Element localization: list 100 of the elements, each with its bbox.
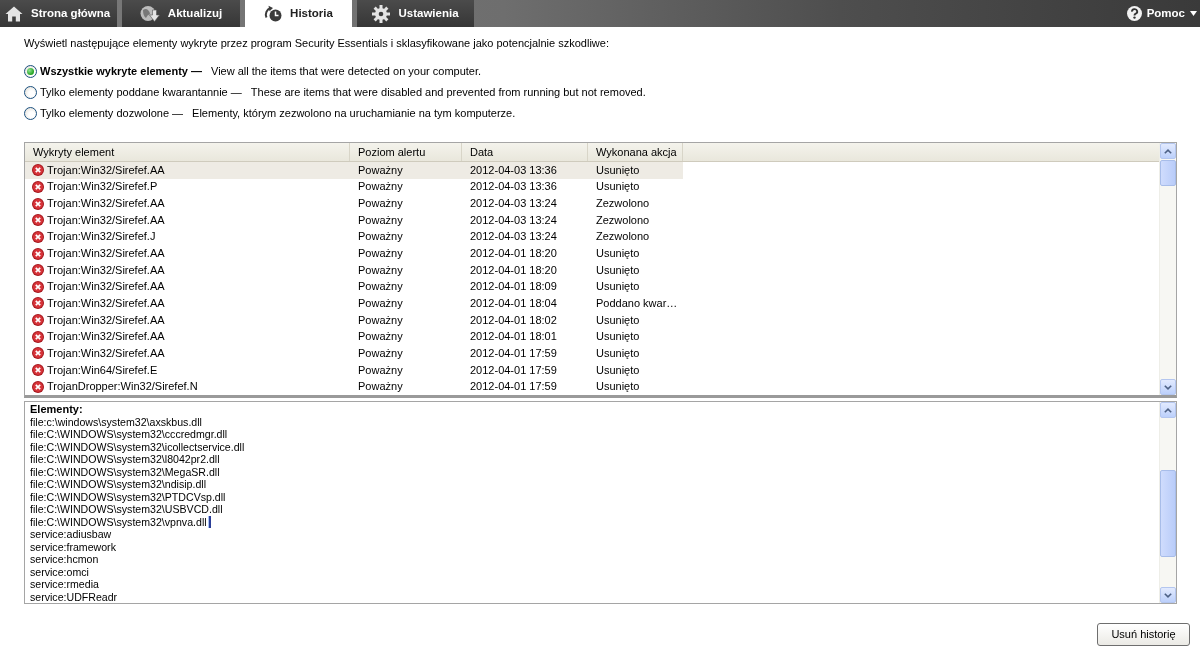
table-cell: Trojan:Win32/Sirefef.P xyxy=(47,180,158,194)
table-cell-text: Poważny xyxy=(357,163,404,177)
filter-description: These are items that were disabled and prevented from running but not removed. xyxy=(250,86,646,99)
column-header[interactable]: Poziom alertu xyxy=(350,143,462,161)
table-cell: Trojan:Win32/Sirefef.AA xyxy=(47,296,165,310)
chevron-up-icon xyxy=(1164,148,1172,154)
chevron-down-icon xyxy=(1164,384,1172,390)
table-cell: Trojan:Win32/Sirefef.AA xyxy=(47,163,165,177)
filter-label[interactable]: Wszystkie wykryte elementy — xyxy=(40,65,203,78)
tab[interactable]: Ustawienia xyxy=(357,0,474,27)
table-cell-text: Poddano kwar… xyxy=(595,296,679,310)
table-cell-text: Usunięto xyxy=(595,263,641,277)
table-cell-text: 2012-04-01 18:02 xyxy=(469,313,558,327)
table-cell-text: 2012-04-03 13:36 xyxy=(469,180,558,194)
table-cell-text: Poważny xyxy=(357,247,404,260)
table-cell-text: Usunięto xyxy=(595,247,641,260)
scroll-up-button[interactable] xyxy=(1160,143,1176,159)
table-cell-text: 2012-04-01 18:20 xyxy=(469,247,558,260)
table-cell: Trojan:Win32/Sirefef.AA xyxy=(47,313,165,327)
tab[interactable]: Aktualizuj xyxy=(122,0,240,27)
table-row[interactable]: Trojan:Win32/Sirefef.AA Poważny 2012-04-03 13:24 Zezwolono xyxy=(25,195,683,212)
scroll-up-button[interactable] xyxy=(1160,402,1176,418)
table-cell: Trojan:Win32/Sirefef.AA xyxy=(47,346,165,360)
table-cell-text: Poważny xyxy=(357,380,404,394)
x-circle-icon xyxy=(32,214,44,227)
filter-label[interactable]: Tylko elementy dozwolone — xyxy=(40,107,184,120)
table-row[interactable]: Trojan:Win64/Sirefef.E Poważny 2012-04-01 17:59 Usunięto xyxy=(25,361,683,379)
table-cell-text: 2012-04-03 13:24 xyxy=(469,213,558,227)
radio-button[interactable] xyxy=(24,65,37,78)
table-row[interactable]: Trojan:Win32/Sirefef.AA Poważny 2012-04-03 13:36 Usunięto xyxy=(25,162,683,179)
details-line: service:omci xyxy=(30,565,89,578)
radio-button[interactable] xyxy=(24,107,37,120)
radio-button[interactable] xyxy=(24,86,37,99)
tab[interactable]: Historia xyxy=(245,0,352,27)
table-cell-text: 2012-04-01 17:59 xyxy=(469,346,558,360)
help-menu-button[interactable]: Pomoc xyxy=(1126,0,1200,27)
x-circle-icon xyxy=(32,314,44,327)
table-cell-text: 2012-04-01 18:01 xyxy=(469,330,558,344)
details-text-box[interactable] xyxy=(24,401,1177,604)
table-row[interactable]: Trojan:Win32/Sirefef.AA Poważny 2012-04-01 17:59 Usunięto xyxy=(25,345,683,362)
table-cell-text: 2012-04-03 13:24 xyxy=(469,197,558,211)
table-cell: Trojan:Win32/Sirefef.AA xyxy=(47,263,165,277)
table-cell-text: 2012-04-01 18:09 xyxy=(469,280,558,294)
table-cell-text: Poważny xyxy=(357,313,404,327)
chevron-up-icon xyxy=(1164,407,1172,413)
table-row[interactable]: Trojan:Win32/Sirefef.AA Poważny 2012-04-01 18:02 Usunięto xyxy=(25,311,683,329)
scrollbar[interactable] xyxy=(1159,402,1176,603)
scroll-down-button[interactable] xyxy=(1160,379,1176,395)
details-line: file:C:\WINDOWS\system32\cccredmgr.dll xyxy=(30,428,228,441)
x-circle-icon xyxy=(32,380,44,393)
details-line: file:C:\WINDOWS\system32\l8042pr2.dll xyxy=(30,453,220,466)
table-cell: Trojan:Win32/Sirefef.J xyxy=(47,230,156,244)
scrollbar[interactable] xyxy=(1159,143,1176,395)
table-cell-text: 2012-04-03 13:24 xyxy=(469,230,558,244)
house-icon xyxy=(5,5,23,22)
table-cell-text: Poważny xyxy=(357,263,404,277)
column-header[interactable]: Data xyxy=(462,143,588,161)
table-row[interactable]: Trojan:Win32/Sirefef.AA Poważny 2012-04-01 18:04 Poddano kwar… xyxy=(25,295,683,312)
intro-text: Wyświetl następujące elementy wykryte przez program Security Essentials i sklasyfikowane jako potencjalnie szkodliwe: xyxy=(24,37,610,50)
x-circle-icon xyxy=(32,330,44,343)
filter-label[interactable]: Tylko elementy poddane kwarantannie — xyxy=(40,86,242,99)
column-header[interactable]: Wykonana akcja xyxy=(588,143,683,161)
table-cell-text: Poważny xyxy=(357,213,404,227)
clock-history-icon xyxy=(264,5,283,22)
x-circle-icon xyxy=(32,347,44,360)
x-circle-icon xyxy=(32,230,44,243)
x-circle-icon xyxy=(32,197,44,210)
table-row[interactable]: Trojan:Win32/Sirefef.AA Poważny 2012-04-01 18:20 Usunięto xyxy=(25,245,683,262)
table-cell-text: Poważny xyxy=(357,197,404,211)
table-cell-text: 2012-04-01 18:04 xyxy=(469,296,558,310)
details-line: service:UDFReadr xyxy=(30,590,118,603)
table-row[interactable]: Trojan:Win32/Sirefef.AA Poważny 2012-04-03 13:24 Zezwolono xyxy=(25,211,683,229)
details-line: service:rmedia xyxy=(30,578,99,591)
table-cell-text: Usunięto xyxy=(595,380,641,394)
details-line: file:c:\windows\system32\axskbus.dll xyxy=(30,415,202,428)
table-row[interactable]: Trojan:Win32/Sirefef.AA Poważny 2012-04-01 18:09 Usunięto xyxy=(25,278,683,296)
table-cell-text: Usunięto xyxy=(595,180,641,194)
table-row[interactable]: Trojan:Win32/Sirefef.J Poważny 2012-04-03 13:24 Zezwolono xyxy=(25,228,683,246)
clear-history-button[interactable]: Usuń historię xyxy=(1097,623,1190,646)
table-cell-text: Poważny xyxy=(357,180,404,194)
table-cell-text: Poważny xyxy=(357,230,404,244)
scrollbar-thumb[interactable] xyxy=(1160,470,1176,557)
table-row[interactable]: Trojan:Win32/Sirefef.AA Poważny 2012-04-01 18:01 Usunięto xyxy=(25,328,683,346)
tab[interactable]: Strona główna xyxy=(0,0,117,27)
table-cell-text: Usunięto xyxy=(595,330,641,344)
x-circle-icon xyxy=(32,364,44,376)
details-heading: Elementy: xyxy=(30,403,84,416)
globe-download-icon xyxy=(139,5,160,22)
scroll-down-button[interactable] xyxy=(1160,587,1176,603)
scrollbar-thumb[interactable] xyxy=(1160,160,1176,186)
table-cell-text: Poważny xyxy=(357,330,404,344)
filter-description: View all the items that were detected on your computer. xyxy=(211,65,482,78)
column-header[interactable]: Wykryty element xyxy=(25,143,350,161)
table-row[interactable]: Trojan:Win32/Sirefef.P Poważny 2012-04-03 13:36 Usunięto xyxy=(25,178,683,196)
table-row[interactable]: Trojan:Win32/Sirefef.AA Poważny 2012-04-01 18:20 Usunięto xyxy=(25,261,683,279)
x-circle-icon xyxy=(32,247,44,260)
table-cell-text: Usunięto xyxy=(595,280,641,294)
table-cell-text: Poważny xyxy=(357,296,404,310)
table-cell-text: Usunięto xyxy=(595,163,641,177)
table-row[interactable]: TrojanDropper:Win32/Sirefef.N Poważny 2012-04-01 17:59 Usunięto xyxy=(25,378,683,395)
